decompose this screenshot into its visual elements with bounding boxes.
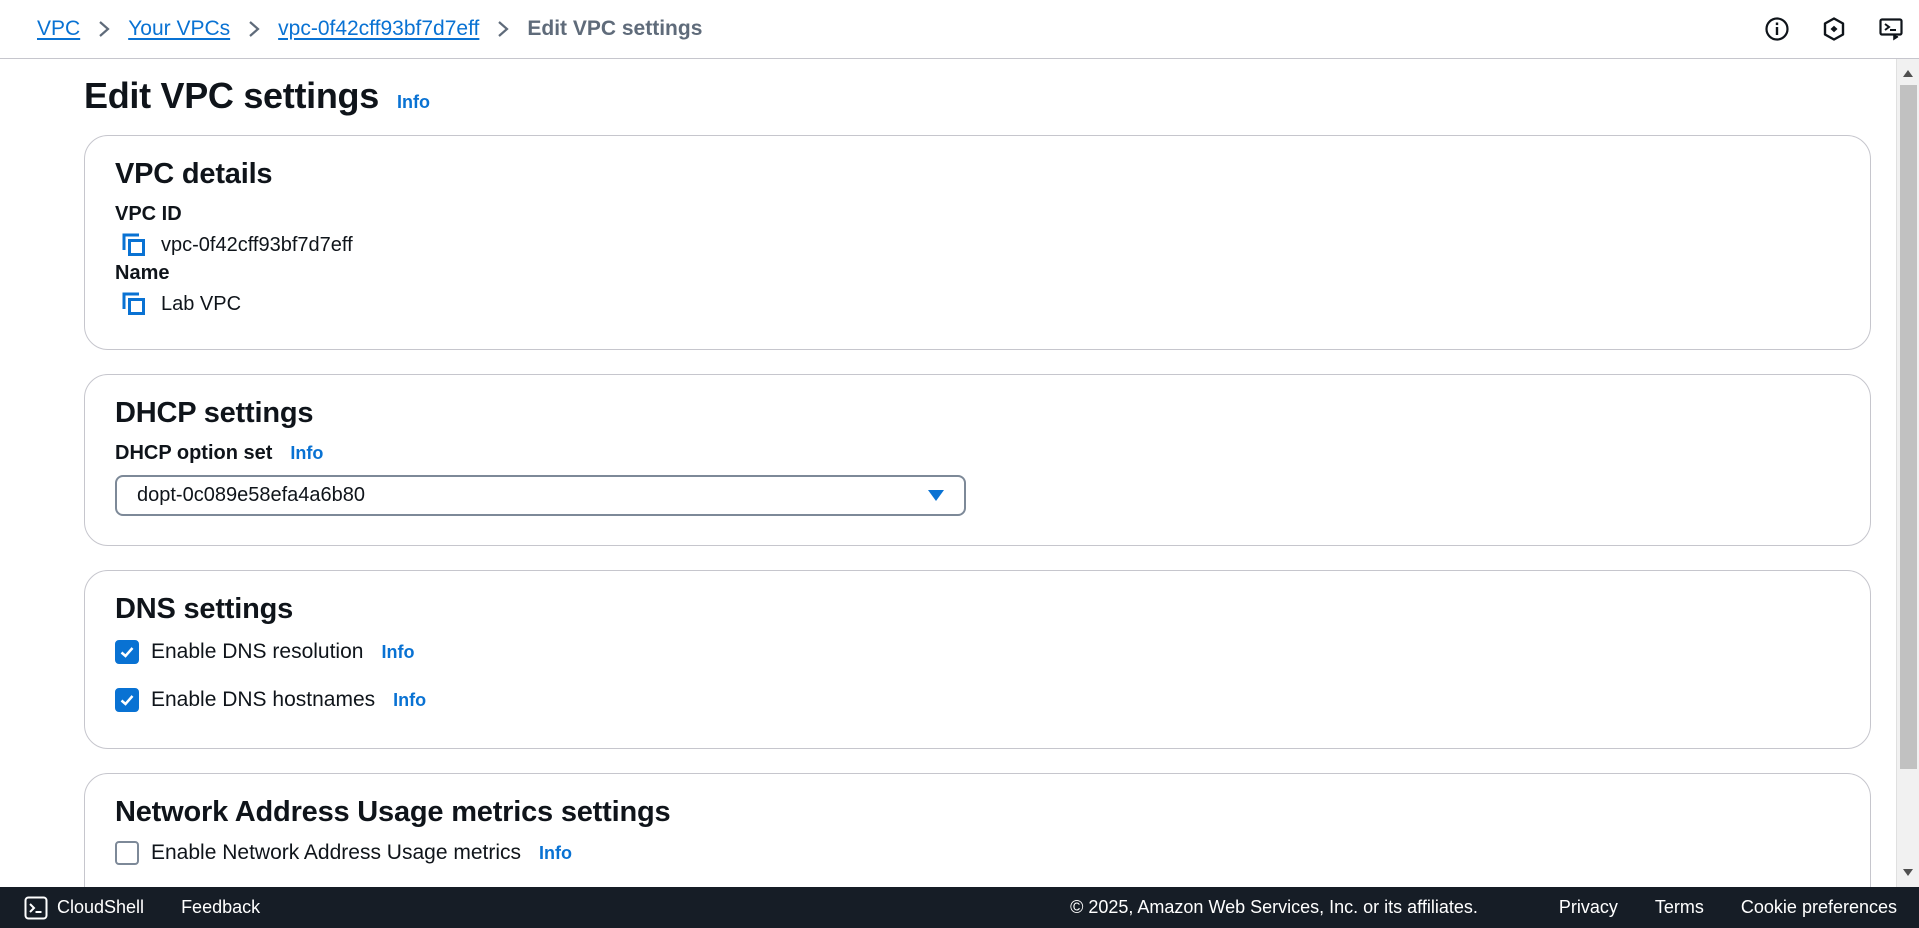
scroll-down-arrow-icon[interactable] (1903, 869, 1913, 876)
cloudshell-label: CloudShell (57, 897, 145, 917)
dhcp-option-set-select[interactable]: dopt-0c089e58efa4a6b80 (115, 475, 966, 516)
dhcp-option-set-value: dopt-0c089e58efa4a6b80 (137, 484, 365, 506)
info-circle-icon[interactable] (1748, 0, 1805, 58)
page-info-link[interactable]: Info (397, 92, 430, 113)
main-content: Edit VPC settings Info VPC details VPC I… (0, 59, 1896, 887)
vpc-name-row: Lab VPC (115, 289, 1840, 319)
breadcrumb-link-vpc[interactable]: VPC (37, 17, 80, 41)
dhcp-info-link[interactable]: Info (290, 443, 323, 464)
cookie-preferences-link[interactable]: Cookie preferences (1741, 897, 1897, 918)
feedback-link[interactable]: Feedback (181, 897, 260, 918)
dns-hostnames-label[interactable]: Enable DNS hostnames (151, 688, 375, 712)
scroll-up-arrow-icon[interactable] (1903, 70, 1913, 77)
nau-metrics-label[interactable]: Enable Network Address Usage metrics (151, 841, 521, 865)
chevron-right-icon (230, 17, 278, 41)
caret-down-icon (928, 490, 944, 501)
top-toolbar (1748, 0, 1919, 58)
top-navigation-bar: VPC Your VPCs vpc-0f42cff93bf7d7eff Edit… (0, 0, 1919, 59)
dhcp-option-set-label: DHCP option set (115, 442, 273, 464)
checkmark-icon (120, 647, 134, 658)
vpc-name-label: Name (115, 262, 170, 284)
chevron-right-icon (479, 17, 527, 41)
dns-hostnames-row: Enable DNS hostnames Info (115, 688, 1840, 712)
vpc-name-field: Name Lab VPC (115, 262, 1840, 319)
copyright-text: © 2025, Amazon Web Services, Inc. or its… (1070, 897, 1478, 917)
privacy-link[interactable]: Privacy (1559, 897, 1618, 918)
footer-right: © 2025, Amazon Web Services, Inc. or its… (1070, 887, 1897, 928)
console-footer: CloudShell Feedback © 2025, Amazon Web S… (0, 887, 1919, 928)
vpc-id-row: vpc-0f42cff93bf7d7eff (115, 230, 1840, 260)
dhcp-option-set-label-row: DHCP option set Info (115, 442, 1840, 465)
copy-icon[interactable] (119, 289, 149, 319)
terms-link[interactable]: Terms (1655, 897, 1704, 918)
page-header: Edit VPC settings Info (84, 75, 430, 117)
dns-resolution-label[interactable]: Enable DNS resolution (151, 640, 363, 664)
chevron-right-icon (80, 17, 128, 41)
dns-resolution-checkbox[interactable] (115, 640, 139, 664)
vertical-scrollbar[interactable] (1896, 59, 1919, 887)
cloudshell-button[interactable]: CloudShell (24, 896, 144, 920)
dhcp-settings-heading: DHCP settings (115, 397, 314, 429)
dns-hostnames-checkbox[interactable] (115, 688, 139, 712)
terminal-icon (24, 896, 48, 919)
nau-metrics-heading: Network Address Usage metrics settings (115, 796, 671, 828)
scrollbar-thumb[interactable] (1900, 85, 1917, 769)
breadcrumb-link-your-vpcs[interactable]: Your VPCs (128, 17, 230, 41)
nau-metrics-info-link[interactable]: Info (539, 843, 572, 864)
breadcrumb-current: Edit VPC settings (527, 17, 703, 40)
dhcp-settings-panel: DHCP settings DHCP option set Info dopt-… (84, 374, 1871, 546)
nau-metrics-panel: Network Address Usage metrics settings E… (84, 773, 1871, 887)
page-title: Edit VPC settings (84, 75, 379, 116)
copy-icon[interactable] (119, 230, 149, 260)
vpc-id-label: VPC ID (115, 203, 182, 225)
nau-metrics-checkbox[interactable] (115, 841, 139, 865)
vpc-id-value: vpc-0f42cff93bf7d7eff (161, 233, 353, 256)
dns-resolution-row: Enable DNS resolution Info (115, 640, 1840, 664)
settings-hexagon-icon[interactable] (1805, 0, 1862, 58)
checkmark-icon (120, 695, 134, 706)
dns-settings-panel: DNS settings Enable DNS resolution Info … (84, 570, 1871, 749)
dns-hostnames-info-link[interactable]: Info (393, 690, 426, 711)
vpc-details-panel: VPC details VPC ID vpc-0f42cff93bf7d7eff… (84, 135, 1871, 350)
nau-metrics-row: Enable Network Address Usage metrics Inf… (115, 841, 1840, 865)
breadcrumb-link-vpc-id[interactable]: vpc-0f42cff93bf7d7eff (278, 17, 479, 41)
breadcrumb: VPC Your VPCs vpc-0f42cff93bf7d7eff Edit… (37, 17, 702, 41)
dns-resolution-info-link[interactable]: Info (381, 642, 414, 663)
vpc-name-value: Lab VPC (161, 292, 242, 315)
cloudshell-screen-icon[interactable] (1862, 0, 1919, 58)
vpc-id-field: VPC ID vpc-0f42cff93bf7d7eff (115, 203, 1840, 260)
vpc-details-heading: VPC details (115, 158, 273, 190)
dns-settings-heading: DNS settings (115, 593, 294, 625)
